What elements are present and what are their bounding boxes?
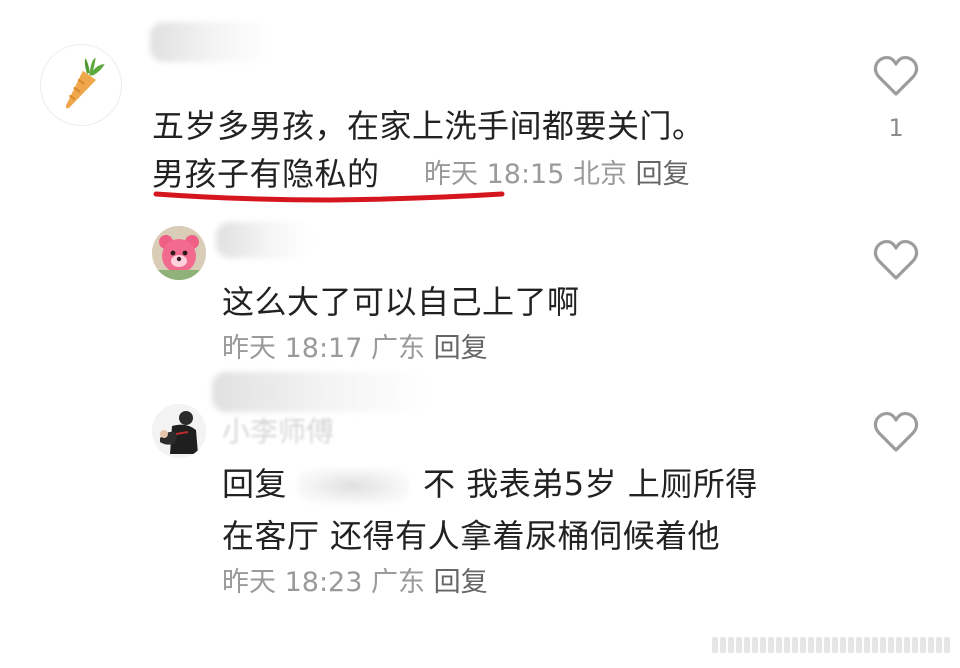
watermark-mark: [728, 637, 734, 653]
comment-text: 五岁多男孩，在家上洗手间都要关门。: [152, 107, 705, 145]
comment-meta: 昨天 18:17 广东 回复: [222, 332, 488, 366]
watermark-mark: [712, 637, 718, 653]
heart-icon[interactable]: [872, 410, 920, 454]
reply-button[interactable]: 回复: [434, 567, 488, 598]
timestamp: 昨天 18:23: [222, 567, 363, 598]
username-partial[interactable]: 小李师傅: [222, 410, 334, 450]
username-blurred[interactable]: [212, 372, 432, 412]
reply-text-line1: 不 我表弟5岁 上厕所得: [423, 465, 758, 503]
avatar[interactable]: [40, 44, 122, 126]
avatar[interactable]: [152, 226, 206, 280]
reply-button[interactable]: 回复: [636, 159, 690, 190]
watermark-mark: [864, 637, 870, 653]
watermark-mark: [856, 637, 862, 653]
heart-icon[interactable]: [872, 238, 920, 282]
watermark-mark: [784, 637, 790, 653]
comment-text-line2: 在客厅 还得有人拿着尿桶伺候着他: [222, 517, 721, 555]
watermark-mark: [840, 637, 846, 653]
username-blurred[interactable]: [216, 222, 312, 258]
watermark-mark: [888, 637, 894, 653]
reply-button[interactable]: 回复: [434, 333, 488, 364]
carrot-icon: [65, 57, 105, 109]
watermark-mark: [800, 637, 806, 653]
watermark-mark: [736, 637, 742, 653]
watermark-mark: [912, 637, 918, 653]
watermark-mark: [896, 637, 902, 653]
watermark-mark: [760, 637, 766, 653]
heart-icon[interactable]: [872, 54, 920, 98]
watermark-mark: [936, 637, 942, 653]
person-avatar: [152, 404, 206, 458]
watermark-mark: [768, 637, 774, 653]
watermark-mark: [928, 637, 934, 653]
watermark-mark: [904, 637, 910, 653]
watermark-mark: [792, 637, 798, 653]
location: 广东: [371, 567, 425, 598]
watermark-mark: [920, 637, 926, 653]
reply-prefix: 回复: [222, 465, 288, 503]
watermark-mark: [776, 637, 782, 653]
username-blurred[interactable]: [150, 22, 270, 62]
red-underline-annotation: [153, 191, 505, 203]
watermark-mark: [832, 637, 838, 653]
location: 北京: [573, 159, 627, 190]
comment-text: 回复 不 我表弟5岁 上厕所得: [222, 464, 758, 504]
comment-meta: 昨天 18:23 广东 回复: [222, 566, 488, 600]
watermark-mark: [880, 637, 886, 653]
location: 广东: [371, 333, 425, 364]
watermark-mark: [816, 637, 822, 653]
watermark-mark: [848, 637, 854, 653]
watermark-mark: [872, 637, 878, 653]
comment-text: 这么大了可以自己上了啊: [222, 283, 580, 321]
watermark-mark: [752, 637, 758, 653]
watermark-mark: [944, 637, 950, 653]
like-count: 1: [888, 114, 904, 142]
pink-bear-avatar: [152, 226, 206, 280]
mention-blurred[interactable]: [297, 468, 410, 504]
watermark: [712, 634, 956, 656]
watermark-mark: [744, 637, 750, 653]
avatar[interactable]: [152, 404, 206, 458]
watermark-mark: [808, 637, 814, 653]
watermark-mark: [824, 637, 830, 653]
watermark-mark: [720, 637, 726, 653]
timestamp: 昨天 18:17: [222, 333, 363, 364]
